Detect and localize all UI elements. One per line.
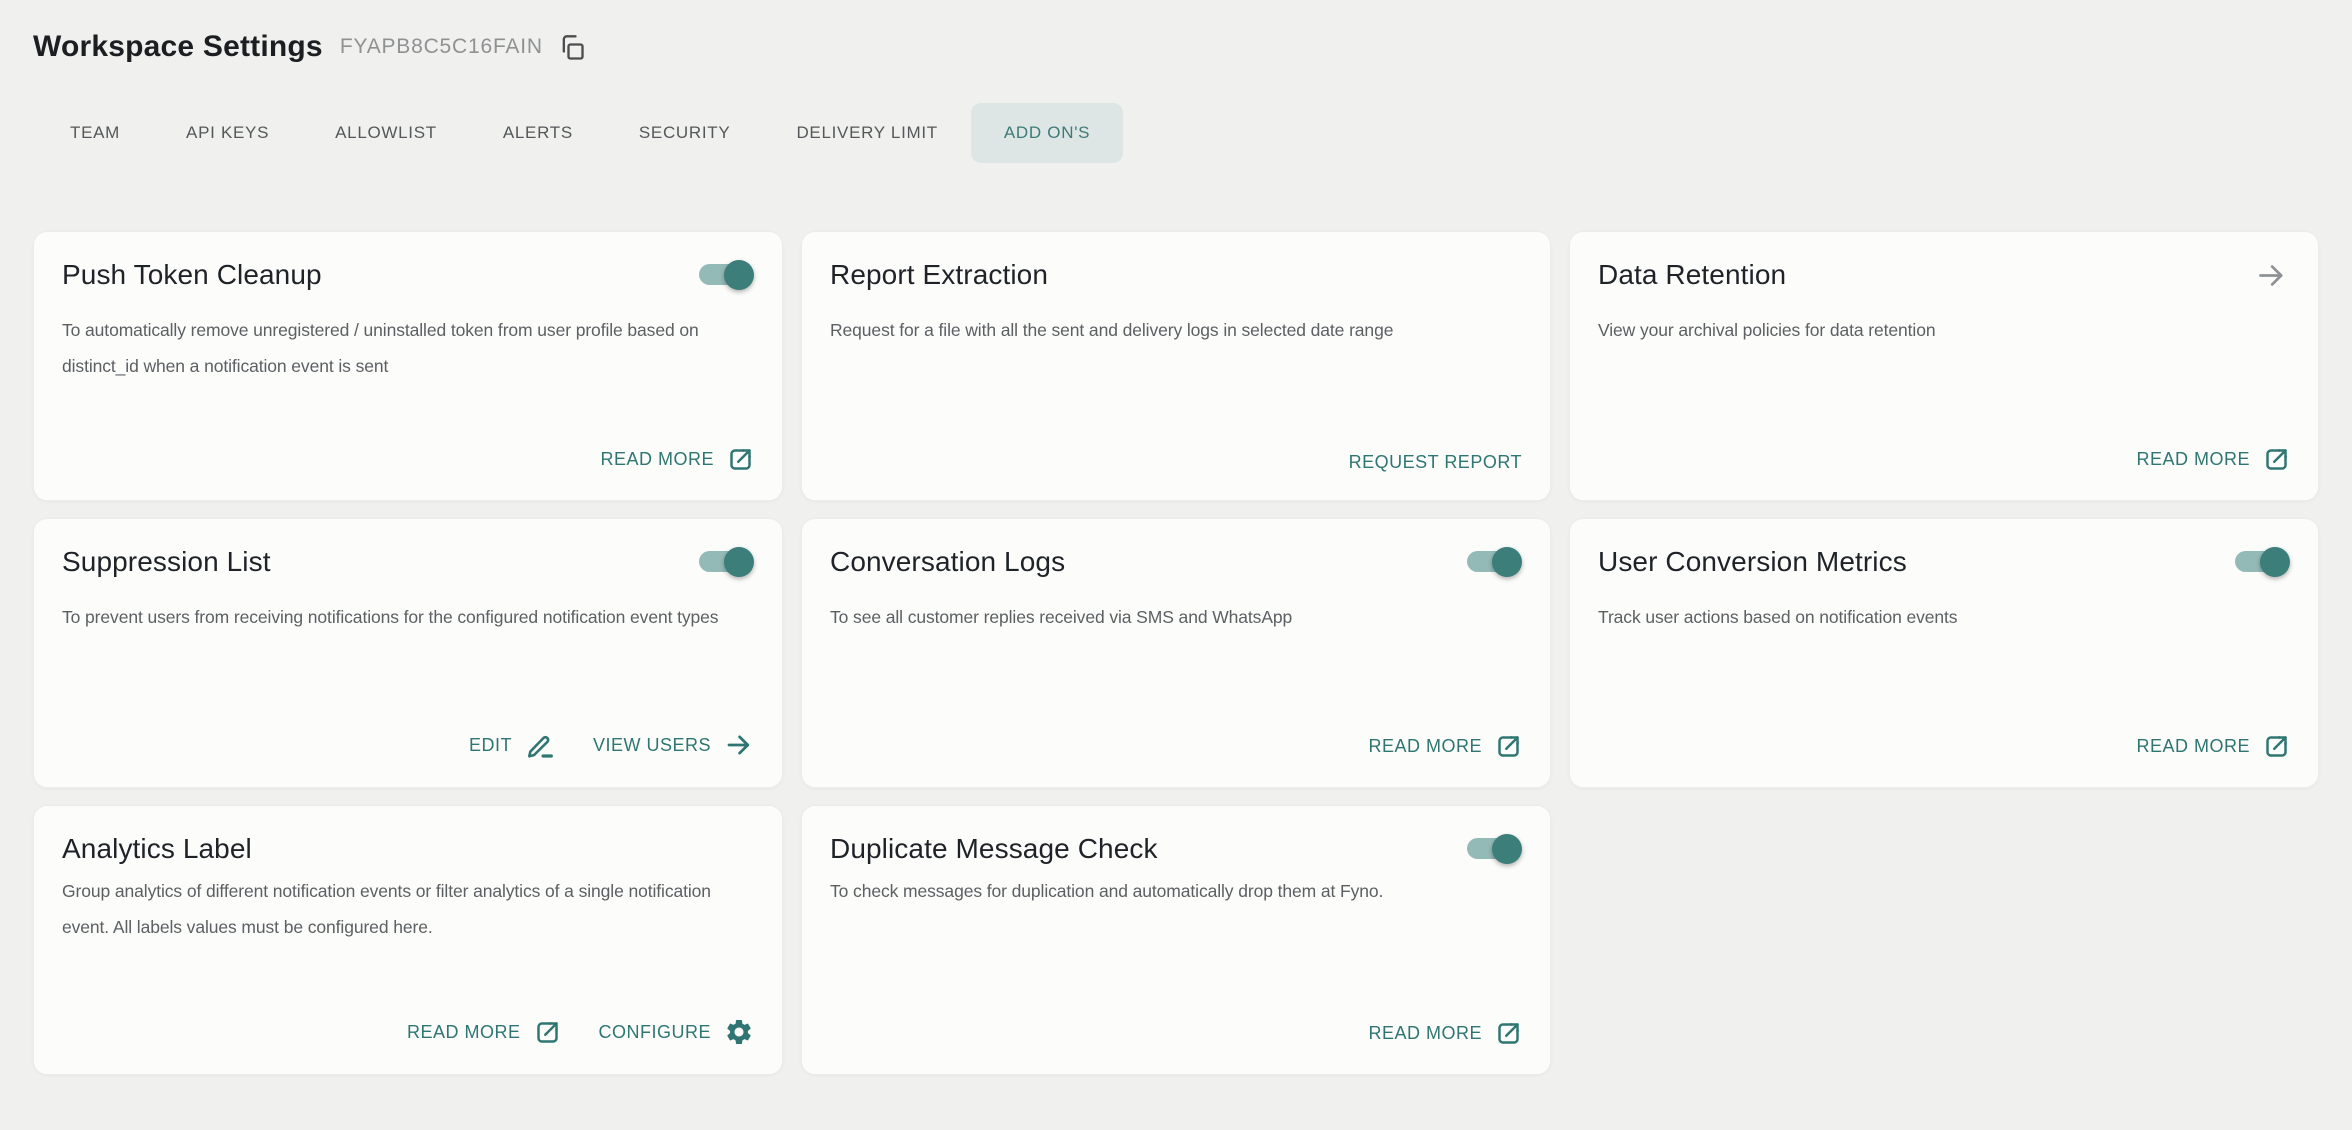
tab-security[interactable]: SECURITY: [606, 103, 764, 163]
action-label: READ MORE: [2136, 449, 2250, 470]
read-more-link[interactable]: READ MORE: [407, 1019, 561, 1046]
card-suppression-list: Suppression List To prevent users from r…: [33, 518, 783, 788]
tab-api-keys[interactable]: API KEYS: [153, 103, 302, 163]
card-title: User Conversion Metrics: [1598, 544, 1907, 580]
duplicate-message-check-toggle[interactable]: [1467, 834, 1522, 864]
tab-team[interactable]: TEAM: [37, 103, 153, 163]
arrow-right-icon: [2255, 259, 2288, 292]
action-label: CONFIGURE: [599, 1022, 712, 1043]
card-duplicate-message-check: Duplicate Message Check To check message…: [801, 805, 1551, 1075]
card-analytics-label: Analytics Label Group analytics of diffe…: [33, 805, 783, 1075]
gear-icon: [724, 1017, 754, 1047]
suppression-list-toggle[interactable]: [699, 547, 754, 577]
action-label: VIEW USERS: [593, 735, 711, 756]
card-title: Data Retention: [1598, 257, 1786, 293]
card-description: To automatically remove unregistered / u…: [62, 312, 754, 384]
action-label: READ MORE: [407, 1022, 521, 1043]
external-link-icon: [727, 446, 754, 473]
conversation-logs-toggle[interactable]: [1467, 547, 1522, 577]
toggle-thumb: [724, 260, 754, 290]
tab-bar: TEAM API KEYS ALLOWLIST ALERTS SECURITY …: [37, 103, 2319, 163]
read-more-link[interactable]: READ MORE: [2136, 446, 2290, 473]
toggle-thumb: [724, 547, 754, 577]
action-label: READ MORE: [1368, 1023, 1482, 1044]
card-report-extraction: Report Extraction Request for a file wit…: [801, 231, 1551, 501]
external-link-icon: [2263, 733, 2290, 760]
card-description: To check messages for duplication and au…: [830, 873, 1522, 909]
external-link-icon: [2263, 446, 2290, 473]
tab-alerts[interactable]: ALERTS: [470, 103, 606, 163]
card-description: To prevent users from receiving notifica…: [62, 599, 754, 635]
read-more-link[interactable]: READ MORE: [1368, 733, 1522, 760]
card-title: Duplicate Message Check: [830, 831, 1158, 867]
edit-link[interactable]: EDIT: [469, 730, 555, 760]
toggle-thumb: [1492, 547, 1522, 577]
read-more-link[interactable]: READ MORE: [1368, 1020, 1522, 1047]
copy-workspace-id-button[interactable]: [558, 34, 586, 62]
card-conversation-logs: Conversation Logs To see all customer re…: [801, 518, 1551, 788]
action-label: READ MORE: [600, 449, 714, 470]
push-token-cleanup-toggle[interactable]: [699, 260, 754, 290]
configure-link[interactable]: CONFIGURE: [599, 1017, 755, 1047]
page-header: Workspace Settings FYAPB8C5C16FAIN: [33, 24, 2319, 70]
page-title: Workspace Settings: [33, 30, 323, 64]
card-description: View your archival policies for data ret…: [1598, 312, 2290, 348]
tab-delivery-limit[interactable]: DELIVERY LIMIT: [763, 103, 970, 163]
card-push-token-cleanup: Push Token Cleanup To automatically remo…: [33, 231, 783, 501]
card-title: Analytics Label: [62, 831, 252, 867]
tab-add-ons[interactable]: ADD ON'S: [971, 103, 1123, 163]
external-link-icon: [534, 1019, 561, 1046]
external-link-icon: [1495, 1020, 1522, 1047]
request-report-link[interactable]: REQUEST REPORT: [1349, 452, 1522, 473]
card-description: Request for a file with all the sent and…: [830, 312, 1522, 348]
card-title: Conversation Logs: [830, 544, 1065, 580]
external-link-icon: [1495, 733, 1522, 760]
action-label: EDIT: [469, 735, 512, 756]
copy-icon: [558, 34, 586, 62]
card-title: Push Token Cleanup: [62, 257, 322, 293]
arrow-right-icon: [724, 730, 754, 760]
user-conversion-metrics-toggle[interactable]: [2235, 547, 2290, 577]
workspace-settings-page: Workspace Settings FYAPB8C5C16FAIN TEAM …: [0, 0, 2352, 1075]
workspace-id: FYAPB8C5C16FAIN: [340, 35, 543, 59]
addons-grid: Push Token Cleanup To automatically remo…: [33, 231, 2319, 1075]
card-title: Report Extraction: [830, 257, 1048, 293]
read-more-link[interactable]: READ MORE: [600, 446, 754, 473]
read-more-link[interactable]: READ MORE: [2136, 733, 2290, 760]
toggle-thumb: [1492, 834, 1522, 864]
card-description: To see all customer replies received via…: [830, 599, 1522, 635]
action-label: REQUEST REPORT: [1349, 452, 1522, 473]
toggle-thumb: [2260, 547, 2290, 577]
view-users-link[interactable]: VIEW USERS: [593, 730, 754, 760]
card-title: Suppression List: [62, 544, 271, 580]
tab-allowlist[interactable]: ALLOWLIST: [302, 103, 470, 163]
card-description: Track user actions based on notification…: [1598, 599, 2290, 635]
action-label: READ MORE: [1368, 736, 1482, 757]
action-label: READ MORE: [2136, 736, 2250, 757]
card-data-retention: Data Retention View your archival polici…: [1569, 231, 2319, 501]
card-user-conversion-metrics: User Conversion Metrics Track user actio…: [1569, 518, 2319, 788]
card-description: Group analytics of different notificatio…: [62, 873, 754, 945]
edit-pencil-icon: [525, 730, 555, 760]
data-retention-open-button[interactable]: [2255, 259, 2288, 292]
